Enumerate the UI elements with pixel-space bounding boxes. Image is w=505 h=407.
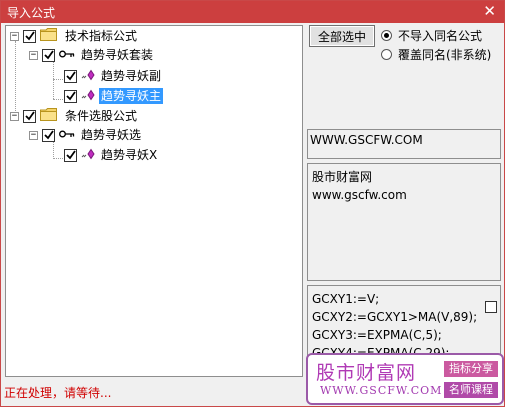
radio-label: 不导入同名公式: [398, 29, 483, 43]
import-formula-dialog: 导入公式 ✕ − 技术指标公式 − 趋势寻妖套装 趋势寻妖副 趋势寻妖主 − 条…: [0, 0, 505, 407]
key-icon: [59, 128, 75, 142]
code-checkbox[interactable]: [485, 301, 497, 313]
watermark-website: WWW.GSCFW.COM: [320, 384, 443, 397]
close-button[interactable]: ✕: [483, 2, 496, 20]
node-checkbox[interactable]: [42, 48, 55, 62]
tree-node-trend-x[interactable]: 趋势寻妖X: [64, 146, 159, 164]
watermark-tag: 名师课程: [444, 382, 498, 398]
collapse-toggle[interactable]: −: [29, 50, 38, 60]
select-all-button[interactable]: 全部选中: [309, 25, 375, 47]
node-label: 趋势寻妖套装: [81, 48, 154, 62]
tree-node-trend-sub[interactable]: 趋势寻妖副: [64, 67, 163, 85]
tree-node-trend-main[interactable]: 趋势寻妖主: [64, 87, 164, 105]
formula-icon: [81, 69, 95, 84]
formula-tree[interactable]: − 技术指标公式 − 趋势寻妖套装 趋势寻妖副 趋势寻妖主 − 条件选股公式 −…: [5, 25, 303, 377]
description-line: www.gscfw.com: [312, 188, 407, 202]
radio-no-import[interactable]: 不导入同名公式: [381, 27, 482, 44]
key-icon: [59, 48, 75, 62]
code-line: GCXY1:=V;: [312, 292, 380, 306]
collapse-toggle[interactable]: −: [10, 31, 19, 41]
folder-icon: [40, 28, 57, 44]
window-title: 导入公式: [7, 6, 56, 20]
source-url-field: WWW.GSCFW.COM: [307, 129, 501, 159]
node-checkbox[interactable]: [42, 128, 55, 142]
node-label: 趋势寻妖X: [101, 148, 158, 162]
node-checkbox[interactable]: [23, 109, 36, 123]
radio-button-checked[interactable]: [381, 30, 392, 41]
radio-label: 覆盖同名(非系统): [398, 48, 492, 62]
node-label: 条件选股公式: [65, 109, 138, 123]
radio-overwrite[interactable]: 覆盖同名(非系统): [381, 46, 491, 63]
node-label: 技术指标公式: [65, 29, 138, 43]
watermark-brand: 股市财富网: [316, 362, 417, 384]
tree-node-stock-screen[interactable]: − 条件选股公式: [10, 107, 139, 125]
tree-connector: [53, 61, 54, 99]
watermark-tag: 指标分享: [444, 361, 498, 377]
formula-icon: [81, 89, 95, 104]
tree-node-tech-indicators[interactable]: − 技术指标公式: [10, 27, 139, 45]
status-text: 正在处理，请等待...: [4, 386, 112, 400]
folder-icon: [40, 108, 57, 124]
collapse-toggle[interactable]: −: [29, 130, 38, 140]
node-checkbox[interactable]: [23, 29, 36, 43]
tree-node-trend-suite[interactable]: − 趋势寻妖套装: [29, 46, 155, 64]
formula-icon: [81, 148, 95, 163]
radio-button[interactable]: [381, 49, 392, 60]
node-checkbox[interactable]: [64, 148, 77, 162]
tree-node-trend-select[interactable]: − 趋势寻妖选: [29, 126, 143, 144]
watermark-logo: 股市财富网 WWW.GSCFW.COM 指标分享 名师课程: [306, 353, 504, 405]
node-checkbox[interactable]: [64, 89, 77, 103]
node-checkbox[interactable]: [64, 69, 77, 83]
node-label: 趋势寻妖选: [81, 128, 142, 142]
node-label: 趋势寻妖副: [101, 69, 162, 83]
code-line: GCXY3:=EXPMA(C,5);: [312, 328, 442, 342]
code-line: GCXY2:=GCXY1>MA(V,89);: [312, 310, 478, 324]
formula-description: 股市财富网 www.gscfw.com: [307, 163, 501, 281]
description-line: 股市财富网: [312, 170, 373, 184]
title-bar: 导入公式 ✕: [1, 1, 504, 23]
node-label-selected: 趋势寻妖主: [99, 88, 164, 104]
collapse-toggle[interactable]: −: [10, 111, 19, 121]
